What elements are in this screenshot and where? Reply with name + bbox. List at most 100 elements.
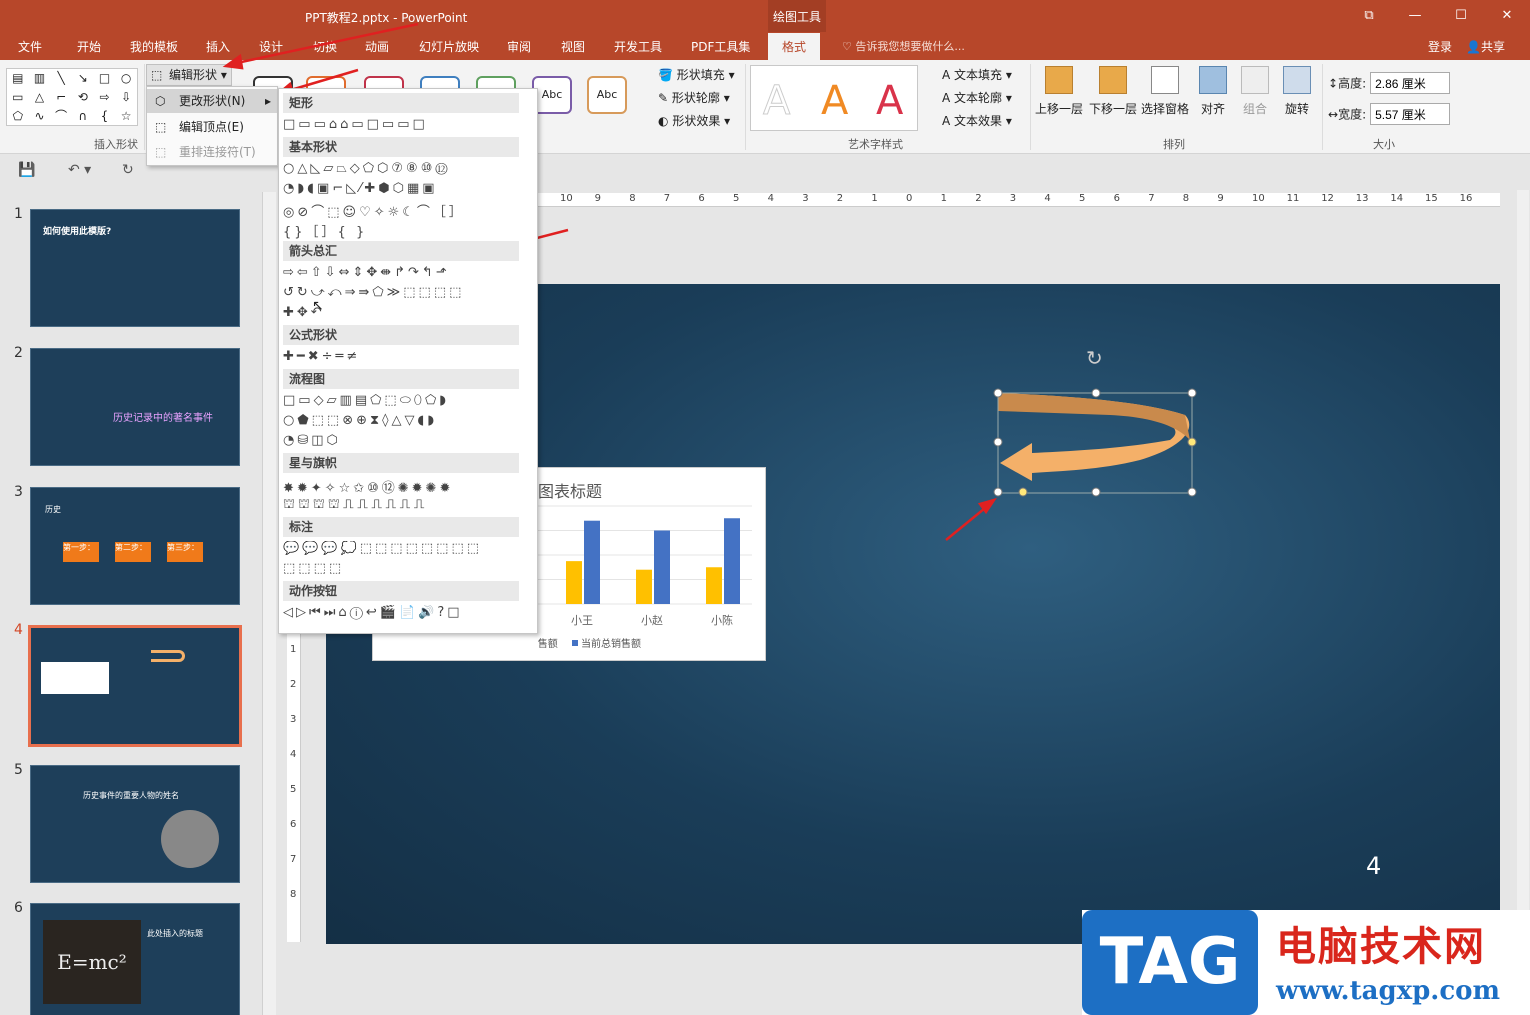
connector-icon[interactable]: ⟲	[72, 88, 94, 107]
tab-developer[interactable]: 开发工具	[614, 38, 662, 55]
textbox-icon[interactable]: ▤	[7, 69, 29, 88]
canvas-scrollbar[interactable]	[1517, 190, 1529, 1015]
shape-style-6[interactable]: Abc	[532, 76, 572, 114]
callouts-row-1[interactable]: 💬💬💬💭⬚⬚⬚⬚⬚⬚⬚⬚	[283, 541, 523, 556]
category-callouts: 标注	[283, 517, 519, 537]
tab-slideshow[interactable]: 幻灯片放映	[419, 38, 479, 55]
tab-insert[interactable]: 插入	[206, 38, 230, 55]
callouts-row-2[interactable]: ⬚⬚⬚⬚	[283, 561, 523, 576]
wordart-gallery[interactable]: A A A	[750, 65, 918, 131]
selection-pane-button[interactable]: 选择窗格	[1138, 66, 1192, 117]
scribble-icon[interactable]: ∿	[29, 107, 51, 126]
oval-icon[interactable]: ○	[115, 69, 137, 88]
basic-shapes-row-2[interactable]: ◔◗◖▣⌐◺⁄✚⬢⬡▦▣	[283, 181, 523, 196]
chart-title[interactable]: 图表标题	[538, 478, 602, 502]
flowchart-row-2[interactable]: ○⬟⬚⬚⊗⊕⧗◊△▽◖◗	[283, 413, 523, 428]
tab-transitions[interactable]: 切换	[313, 38, 337, 55]
tab-view[interactable]: 视图	[561, 38, 585, 55]
slide-thumbnail-3[interactable]: 历史 第一步： 第二步： 第三步：	[30, 487, 240, 605]
save-icon[interactable]: 💾	[18, 162, 35, 178]
rounded-rect-icon[interactable]: ▭	[7, 88, 29, 107]
login-link[interactable]: 登录	[1428, 38, 1452, 55]
tab-design[interactable]: 设计	[259, 38, 283, 55]
flowchart-row-1[interactable]: □▭◇▱▥▤⬠⬚⬭⬯⬠◗	[283, 393, 523, 408]
basic-shapes-row-3[interactable]: ◎⊘⌒⬚☺♡✧☼☾⌒［］	[283, 201, 523, 220]
ribbon-display-icon[interactable]: ⧉	[1346, 0, 1392, 32]
edit-points-menu-item[interactable]: ⬚ 编辑顶点(E)	[147, 115, 277, 139]
send-backward-button[interactable]: 下移一层	[1086, 66, 1140, 117]
undo-icon[interactable]: ↶ ▾	[68, 162, 91, 178]
wordart-style-1[interactable]: A	[762, 78, 790, 125]
tab-animations[interactable]: 动画	[365, 38, 389, 55]
block-arrows-row-1[interactable]: ⇨⇦⇧⇩⇔⇕✥⇼↱↷↰⬏	[283, 265, 523, 280]
arc-icon[interactable]: ⌒	[50, 107, 72, 126]
tab-file[interactable]: 文件	[18, 38, 42, 55]
rotate-handle-icon[interactable]: ↻	[1086, 346, 1103, 370]
stars-row-2[interactable]: ⛫⛫⛫⛫⎍⎍⎍⎍⎍⎍	[283, 497, 523, 514]
slide-thumbnail-4[interactable]	[28, 625, 242, 747]
shape-effects-button[interactable]: ◐ 形状效果 ▾	[658, 112, 730, 129]
slide-thumbnail-5[interactable]: 历史事件的重要人物的姓名	[30, 765, 240, 883]
equation-shapes-row[interactable]: ✚━✖÷═≠	[283, 349, 523, 364]
share-button[interactable]: 👤共享	[1466, 38, 1505, 55]
rotate-button[interactable]: 旋转	[1270, 66, 1324, 117]
stars-row-1[interactable]: ✸✹✦✧☆✩⑩⑫✺✹✺✹	[283, 477, 523, 496]
curved-arrow-shape[interactable]: ↻	[990, 345, 1205, 505]
align-icon	[1199, 66, 1227, 94]
ribbon-tabs: 文件 开始 我的模板 插入 设计 切换 动画 幻灯片放映 审阅 视图 开发工具 …	[0, 32, 1530, 60]
vertical-textbox-icon[interactable]: ▥	[29, 69, 51, 88]
basic-shapes-row-4[interactable]: {}［］{ }	[283, 221, 523, 240]
right-arrow-icon[interactable]: ⇨	[94, 88, 116, 107]
redo-icon[interactable]: ↻	[122, 162, 134, 178]
bring-forward-button[interactable]: 上移一层	[1032, 66, 1086, 117]
brace-icon[interactable]: {	[94, 107, 116, 126]
star-icon[interactable]: ☆	[115, 107, 137, 126]
down-arrow-icon[interactable]: ⇩	[115, 88, 137, 107]
width-input[interactable]	[1370, 103, 1451, 125]
maximize-button[interactable]: ☐	[1438, 0, 1484, 32]
close-button[interactable]: ✕	[1484, 0, 1530, 32]
shape-fill-button[interactable]: 🪣 形状填充 ▾	[658, 66, 735, 83]
height-input[interactable]	[1370, 72, 1451, 94]
tell-me-search[interactable]: ♡ 告诉我您想要做什么...	[842, 38, 965, 54]
chart-category-label: 小赵	[641, 613, 663, 627]
slide-thumbnail-2[interactable]: 历史记录中的著名事件	[30, 348, 240, 466]
wordart-style-3[interactable]: A	[876, 78, 903, 124]
adjust-handle-bottom[interactable]	[1018, 487, 1028, 497]
elbow-icon[interactable]: ⌐	[50, 88, 72, 107]
adjust-handle-right[interactable]	[1187, 437, 1197, 447]
flowchart-row-3[interactable]: ◔⛁◫⬡	[283, 433, 523, 448]
arrow-line-icon[interactable]: ↘	[72, 69, 94, 88]
reroute-connectors-menu-item[interactable]: ⬚ 重排连接符(T)	[147, 140, 277, 164]
action-buttons-row[interactable]: ◁▷⏮⏭⌂ⓘ↩🎬📄🔊?□	[283, 605, 523, 620]
tab-format[interactable]: 格式	[768, 33, 821, 60]
tab-home[interactable]: 开始	[77, 38, 101, 55]
line-icon[interactable]: ╲	[50, 69, 72, 88]
slide-thumbnail-1[interactable]: 如何使用此模版?	[30, 209, 240, 327]
text-fill-button[interactable]: A 文本填充 ▾	[942, 66, 1012, 83]
thumbnails-scrollbar[interactable]	[262, 192, 276, 1015]
tab-pdf-tools[interactable]: PDF工具集	[691, 38, 750, 55]
edit-shape-button[interactable]: ⬚ 编辑形状 ▾	[146, 64, 232, 86]
rectangles-row[interactable]: □▭▭⌂⌂▭□▭▭□	[283, 117, 523, 132]
rectangle-icon[interactable]: □	[94, 69, 116, 88]
wordart-style-2[interactable]: A	[821, 78, 848, 124]
slide-thumbnail-6[interactable]: E=mc² 此处插入的标题	[30, 903, 240, 1015]
ruler-h-tick: 13	[1355, 193, 1369, 204]
change-shape-gallery: 矩形 □▭▭⌂⌂▭□▭▭□ 基本形状 ○△◺▱⏢◇⬠⬡⑦⑧⑩⑫ ◔◗◖▣⌐◺⁄✚…	[278, 88, 538, 634]
ruler-h-tick: 1	[871, 193, 878, 204]
ruler-h-tick: 6	[698, 193, 705, 204]
text-effects-button[interactable]: A 文本效果 ▾	[942, 112, 1012, 129]
triangle-icon[interactable]: △	[29, 88, 51, 107]
basic-shapes-row-1[interactable]: ○△◺▱⏢◇⬠⬡⑦⑧⑩⑫	[283, 161, 523, 176]
shape-style-7[interactable]: Abc	[587, 76, 627, 114]
freeform-icon[interactable]: ⬠	[7, 107, 29, 126]
curve-icon[interactable]: ∩	[72, 107, 94, 126]
insert-shapes-gallery[interactable]: ▤ ▥ ╲ ↘ □ ○ ▭ △ ⌐ ⟲ ⇨ ⇩ ⬠ ∿ ⌒ ∩{☆	[6, 68, 138, 126]
shape-outline-button[interactable]: ✎ 形状轮廓 ▾	[658, 89, 730, 106]
tab-review[interactable]: 审阅	[507, 38, 531, 55]
minimize-button[interactable]: —	[1392, 0, 1438, 32]
change-shape-menu-item[interactable]: ⬡ 更改形状(N) ▸	[147, 89, 277, 113]
tab-my-templates[interactable]: 我的模板	[130, 38, 178, 55]
text-outline-button[interactable]: A 文本轮廓 ▾	[942, 89, 1012, 106]
